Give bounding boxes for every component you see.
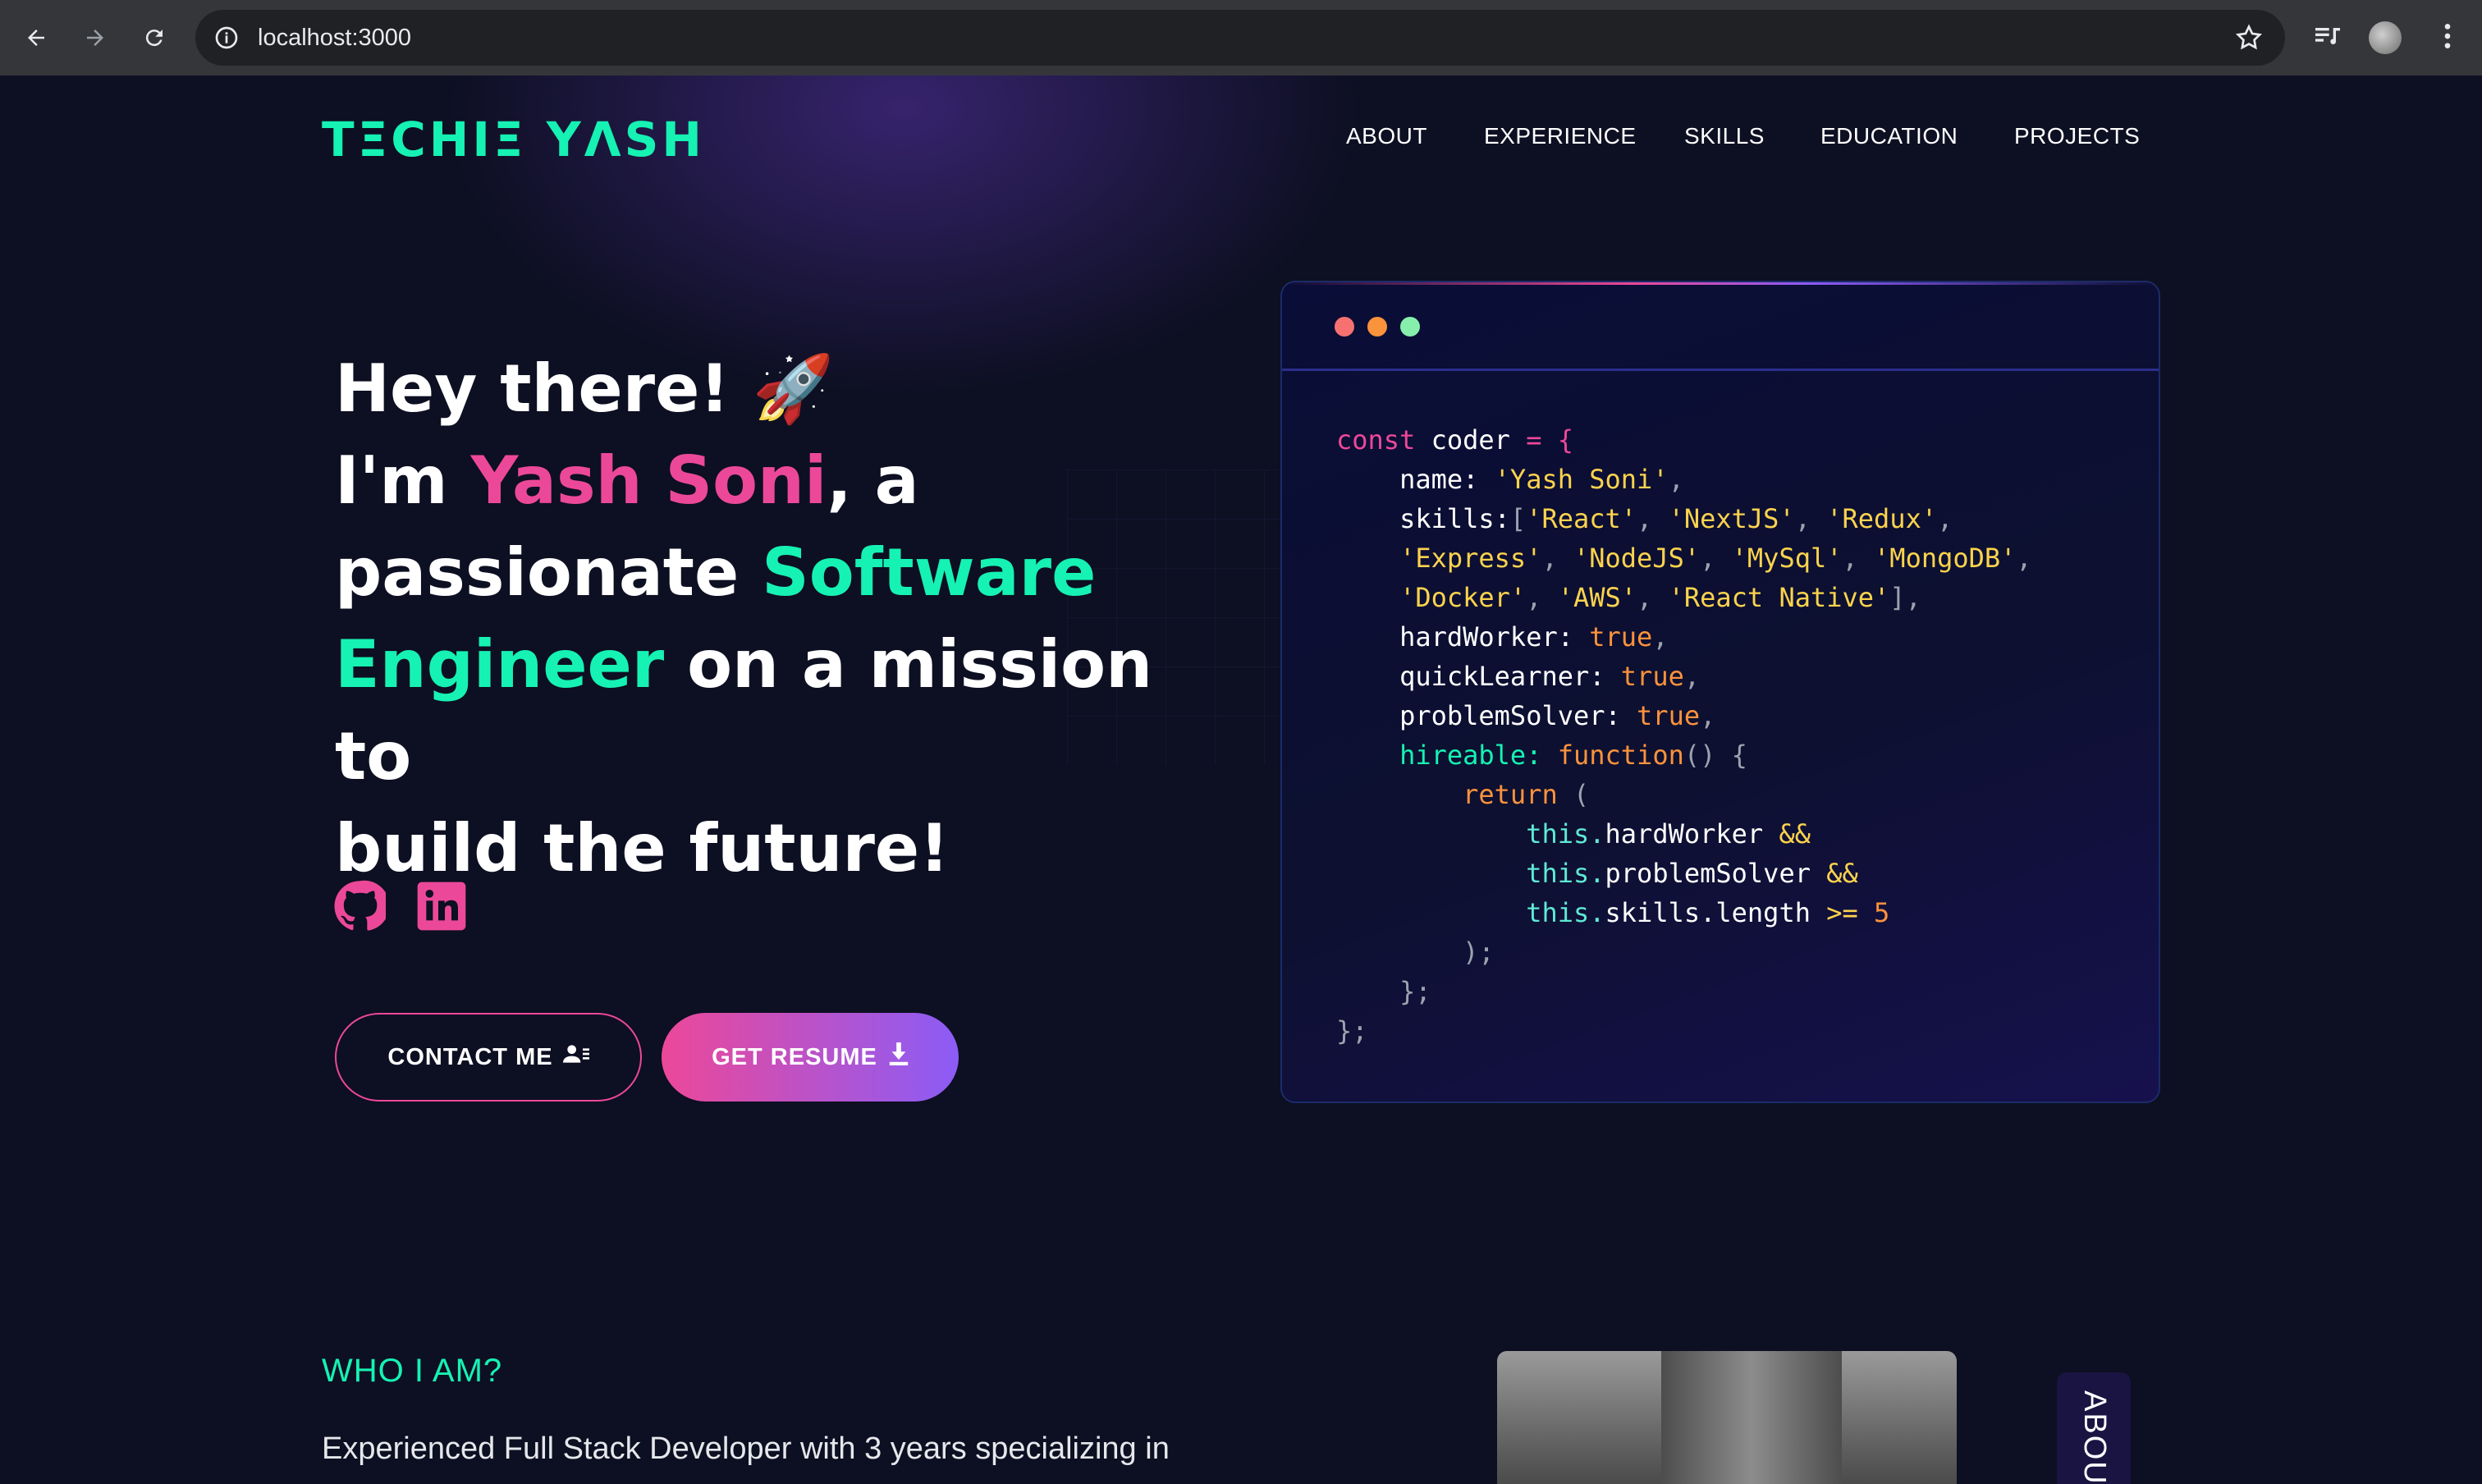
contact-me-label: CONTACT ME [387, 1043, 553, 1070]
nav-projects[interactable]: PROJECTS [2014, 123, 2140, 149]
code-line: this.skills.length >= 5 [1526, 897, 1890, 928]
about-side-tab-label: ABOUT [2077, 1390, 2112, 1484]
code-line: this.problemSolver && [1526, 858, 1858, 889]
browser-toolbar: localhost:3000 [0, 0, 2482, 76]
code-line: 'Docker', 'AWS', 'React Native'], [1399, 582, 1921, 613]
site-logo[interactable]: TΞCHIΞ YΛSH [322, 112, 705, 167]
nav-education[interactable]: EDUCATION [1820, 123, 1958, 149]
code-line: skills:['React', 'NextJS', 'Redux', [1399, 503, 1953, 534]
info-icon[interactable] [213, 25, 240, 55]
code-line: hardWorker: true, [1399, 621, 1669, 653]
portfolio-page: TΞCHIΞ YΛSH ABOUT EXPERIENCE SKILLS EDUC… [0, 76, 2482, 1484]
section-heading-who-i-am: WHO I AM? [322, 1353, 503, 1389]
url-text[interactable]: localhost:3000 [258, 25, 411, 52]
window-dot-red [1335, 317, 1354, 337]
contact-me-button[interactable]: CONTACT ME [335, 1013, 642, 1102]
code-line: quickLearner: true, [1399, 661, 1701, 692]
reload-icon[interactable] [136, 20, 172, 56]
hero-passionate: passionate [335, 534, 762, 611]
nav-skills[interactable]: SKILLS [1684, 123, 1765, 149]
code-line: const coder = { [1336, 424, 1573, 456]
hero-name: Yash Soni [470, 442, 827, 519]
code-line: problemSolver: true, [1399, 700, 1716, 731]
hero-heading: Hey there! 🚀 I'm Yash Soni, a passionate… [335, 343, 1238, 895]
menu-dots-icon[interactable] [2431, 20, 2464, 57]
back-arrow-icon[interactable] [18, 20, 54, 56]
github-icon[interactable] [333, 880, 390, 937]
about-paragraph: Experienced Full Stack Developer with 3 … [322, 1431, 1170, 1466]
code-line: this.hardWorker && [1526, 818, 1811, 850]
linkedin-icon[interactable] [415, 880, 468, 937]
profile-avatar[interactable] [2369, 21, 2402, 54]
code-line: 'Express', 'NodeJS', 'MySql', 'MongoDB', [1399, 543, 2032, 574]
nav-about[interactable]: ABOUT [1346, 123, 1427, 149]
download-icon [889, 1042, 909, 1072]
hero-future: build the future! [335, 810, 950, 886]
code-line: ); [1463, 937, 1495, 968]
code-line: name: 'Yash Soni', [1399, 464, 1684, 495]
code-snippet: const coder = { name: 'Yash Soni', skill… [1336, 420, 2032, 1051]
code-line: return ( [1463, 779, 1590, 810]
hero-role-software: Software [762, 534, 1097, 611]
window-dot-green [1400, 317, 1420, 337]
code-window-titlebar [1282, 282, 2159, 371]
code-line: }; [1399, 976, 1431, 1007]
about-side-tab: ABOUT [2057, 1372, 2131, 1484]
address-bar[interactable]: localhost:3000 [195, 10, 2285, 66]
code-line: }; [1336, 1015, 1368, 1047]
media-icon[interactable] [2311, 20, 2344, 57]
photo-pillar [1661, 1351, 1842, 1484]
rocket-icon: 🚀 [752, 350, 835, 427]
get-resume-label: GET RESUME [712, 1043, 877, 1070]
forward-arrow-icon[interactable] [77, 20, 113, 56]
nav-experience[interactable]: EXPERIENCE [1484, 123, 1637, 149]
profile-photo [1497, 1351, 1957, 1484]
hero-after-name: , a [827, 442, 919, 519]
get-resume-button[interactable]: GET RESUME [662, 1013, 959, 1102]
code-line: hireable: function() { [1399, 740, 1747, 771]
code-window: const coder = { name: 'Yash Soni', skill… [1280, 281, 2160, 1103]
hero-im: I'm [335, 442, 471, 519]
window-dot-orange [1367, 317, 1387, 337]
hero-greeting: Hey there! [335, 350, 753, 427]
contact-card-icon [562, 1042, 589, 1072]
star-icon[interactable] [2234, 23, 2264, 57]
hero-role-engineer: Engineer [335, 626, 665, 703]
